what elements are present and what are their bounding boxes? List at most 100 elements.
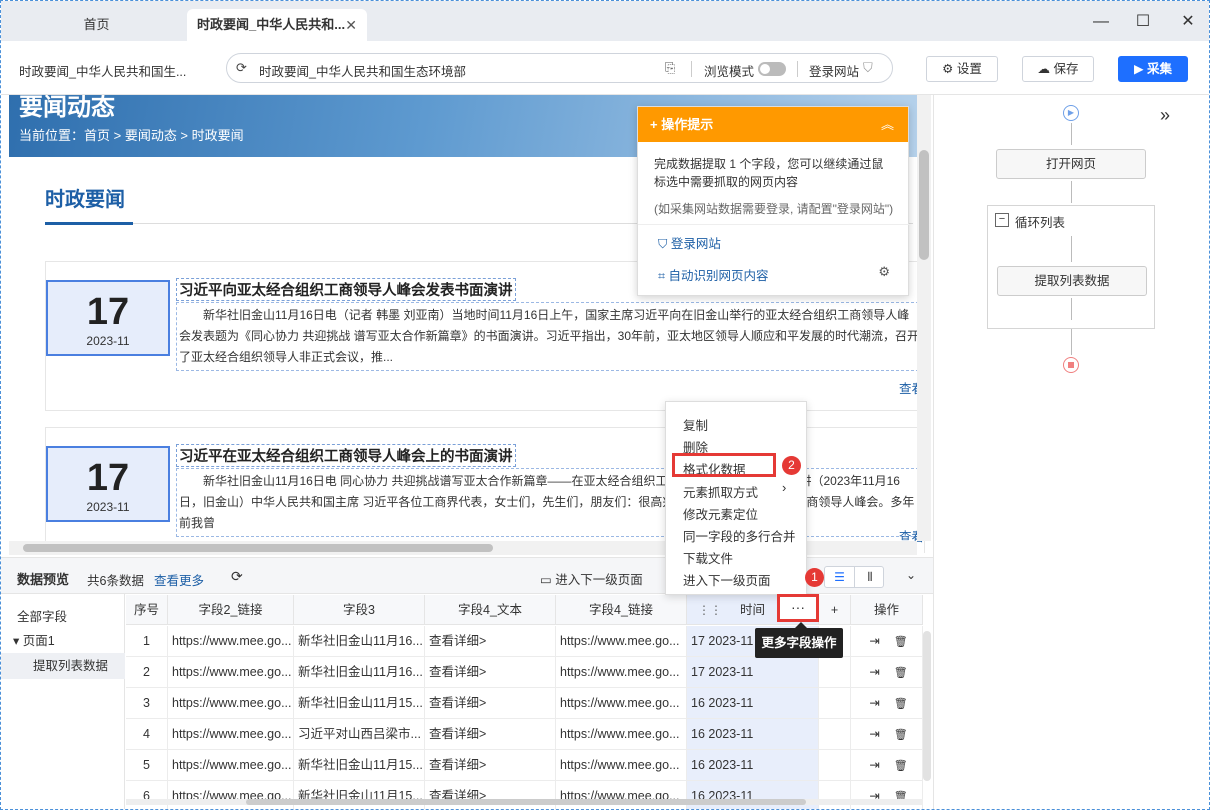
tree-page1[interactable]: ▾ 页面1: [13, 630, 55, 649]
collapse-icon[interactable]: ︽: [881, 107, 894, 142]
close-tab-icon[interactable]: ✕: [345, 9, 357, 41]
table-cell[interactable]: https://www.mee.go...: [168, 626, 294, 657]
save-button[interactable]: ☁ 保存: [1022, 56, 1094, 82]
table-cell[interactable]: https://www.mee.go...: [556, 626, 687, 657]
page-info-icon[interactable]: ⎘: [665, 60, 675, 76]
table-cell[interactable]: 新华社旧金山11月15...: [294, 750, 425, 781]
table-scrollbar[interactable]: [923, 631, 931, 781]
browse-mode-toggle[interactable]: [758, 62, 786, 76]
tip-header[interactable]: + 操作提示 ︽: [638, 107, 908, 142]
open-icon[interactable]: ⇥: [869, 634, 879, 648]
open-icon[interactable]: ⇥: [869, 727, 879, 741]
minimize-icon[interactable]: —: [1086, 9, 1116, 35]
trash-icon[interactable]: 🗑: [894, 729, 908, 741]
column-header[interactable]: 操作: [851, 595, 923, 625]
table-cell[interactable]: 查看详细>: [425, 781, 556, 809]
column-header[interactable]: 字段4_文本: [425, 595, 556, 625]
flow-node-open-page[interactable]: 打开网页: [996, 149, 1146, 179]
column-header[interactable]: 字段4_链接: [556, 595, 687, 625]
table-cell[interactable]: 3: [126, 688, 168, 719]
view-mode-switch[interactable]: ☰ ⦀: [824, 566, 884, 588]
table-cell[interactable]: https://www.mee.go...: [556, 688, 687, 719]
open-icon[interactable]: ⇥: [869, 758, 879, 772]
tab-current[interactable]: 时政要闻_中华人民共和... ✕: [187, 9, 367, 41]
trash-icon[interactable]: 🗑: [894, 760, 908, 772]
collapse-panel-icon[interactable]: »: [1160, 105, 1170, 126]
table-cell-empty[interactable]: [819, 719, 851, 750]
close-window-icon[interactable]: ✕: [1173, 9, 1203, 35]
trash-icon[interactable]: 🗑: [894, 636, 908, 648]
table-cell[interactable]: 16 2023-11: [687, 750, 819, 781]
table-cell[interactable]: 查看详细>: [425, 626, 556, 657]
reload-icon[interactable]: ⟳: [236, 60, 247, 76]
open-icon[interactable]: ⇥: [869, 696, 879, 710]
table-cell[interactable]: 习近平对山西吕梁市...: [294, 719, 425, 750]
tab-home[interactable]: 首页: [9, 9, 184, 41]
table-cell[interactable]: https://www.mee.go...: [556, 750, 687, 781]
table-cell[interactable]: 1: [126, 626, 168, 657]
table-cell[interactable]: https://www.mee.go...: [168, 719, 294, 750]
address-bar[interactable]: ⟳ 时政要闻_中华人民共和国生态环境部 ⎘ 浏览模式 登录网站 ⛉: [226, 53, 893, 83]
menu-item[interactable]: 进入下一级页面: [683, 570, 771, 589]
maximize-icon[interactable]: ☐: [1128, 9, 1158, 35]
table-cell[interactable]: 17 2023-11: [687, 657, 819, 688]
list-view-icon[interactable]: ☰: [825, 567, 855, 587]
menu-item[interactable]: 元素抓取方式: [683, 482, 758, 501]
menu-item[interactable]: 同一字段的多行合并: [683, 526, 796, 545]
table-cell[interactable]: 6: [126, 781, 168, 809]
login-site-link[interactable]: ⛉ 登录网站: [658, 233, 721, 252]
table-cell[interactable]: 2: [126, 657, 168, 688]
tree-extract[interactable]: 提取列表数据: [1, 653, 125, 679]
table-cell[interactable]: 查看详细>: [425, 657, 556, 688]
table-cell-empty[interactable]: [819, 657, 851, 688]
menu-item[interactable]: 修改元素定位: [683, 504, 758, 523]
more-field-ops-button[interactable]: ···: [777, 594, 819, 622]
table-cell[interactable]: 查看详细>: [425, 688, 556, 719]
table-cell[interactable]: 16 2023-11: [687, 781, 819, 809]
table-cell-empty[interactable]: [819, 750, 851, 781]
chevron-down-icon[interactable]: ⌄: [906, 568, 916, 582]
auto-detect-link[interactable]: ⌗ 自动识别网页内容: [658, 265, 769, 284]
trash-icon[interactable]: 🗑: [894, 667, 908, 679]
menu-item[interactable]: 下载文件: [683, 548, 733, 567]
login-site-label[interactable]: 登录网站: [809, 61, 859, 80]
flow-node-extract[interactable]: 提取列表数据: [997, 266, 1147, 296]
table-cell[interactable]: 新华社旧金山11月16...: [294, 657, 425, 688]
table-cell[interactable]: 5: [126, 750, 168, 781]
flow-loop-container[interactable]: − 循环列表 提取列表数据: [987, 205, 1155, 329]
column-header[interactable]: 序号: [126, 595, 168, 625]
collapse-icon[interactable]: −: [995, 213, 1009, 227]
menu-item[interactable]: 复制: [683, 415, 708, 434]
table-cell[interactable]: https://www.mee.go...: [168, 657, 294, 688]
table-cell[interactable]: https://www.mee.go...: [556, 719, 687, 750]
settings-button[interactable]: ⚙ 设置: [926, 56, 998, 82]
gear-icon[interactable]: ⚙: [878, 264, 890, 280]
web-vertical-scrollbar[interactable]: [917, 95, 931, 541]
table-cell[interactable]: 16 2023-11: [687, 688, 819, 719]
column-header[interactable]: 字段2_链接: [168, 595, 294, 625]
table-cell[interactable]: https://www.mee.go...: [168, 688, 294, 719]
table-cell-empty[interactable]: [819, 781, 851, 809]
column-header[interactable]: 字段3: [294, 595, 425, 625]
table-cell[interactable]: https://www.mee.go...: [556, 657, 687, 688]
next-level-button[interactable]: ▭ 进入下一级页面: [540, 569, 643, 588]
table-cell[interactable]: 新华社旧金山11月15...: [294, 781, 425, 809]
collect-button[interactable]: ▶ 采集: [1118, 56, 1188, 82]
news-title[interactable]: 习近平向亚太经合组织工商领导人峰会发表书面演讲: [176, 278, 516, 301]
table-cell-empty[interactable]: [819, 688, 851, 719]
table-cell[interactable]: https://www.mee.go...: [556, 781, 687, 809]
table-horizontal-scrollbar[interactable]: [126, 799, 923, 805]
add-column-button[interactable]: +: [819, 595, 851, 625]
column-view-icon[interactable]: ⦀: [855, 567, 885, 587]
open-icon[interactable]: ⇥: [869, 665, 879, 679]
table-cell[interactable]: 16 2023-11: [687, 719, 819, 750]
news-title[interactable]: 习近平在亚太经合组织工商领导人峰会上的书面演讲: [176, 444, 516, 467]
tree-all-fields[interactable]: 全部字段: [17, 606, 67, 625]
table-cell[interactable]: 新华社旧金山11月16...: [294, 626, 425, 657]
table-cell[interactable]: 新华社旧金山11月15...: [294, 688, 425, 719]
table-cell[interactable]: 4: [126, 719, 168, 750]
table-cell[interactable]: https://www.mee.go...: [168, 781, 294, 809]
drag-handle-icon[interactable]: ⋮⋮: [698, 603, 722, 617]
table-cell[interactable]: 查看详细>: [425, 719, 556, 750]
trash-icon[interactable]: 🗑: [894, 698, 908, 710]
